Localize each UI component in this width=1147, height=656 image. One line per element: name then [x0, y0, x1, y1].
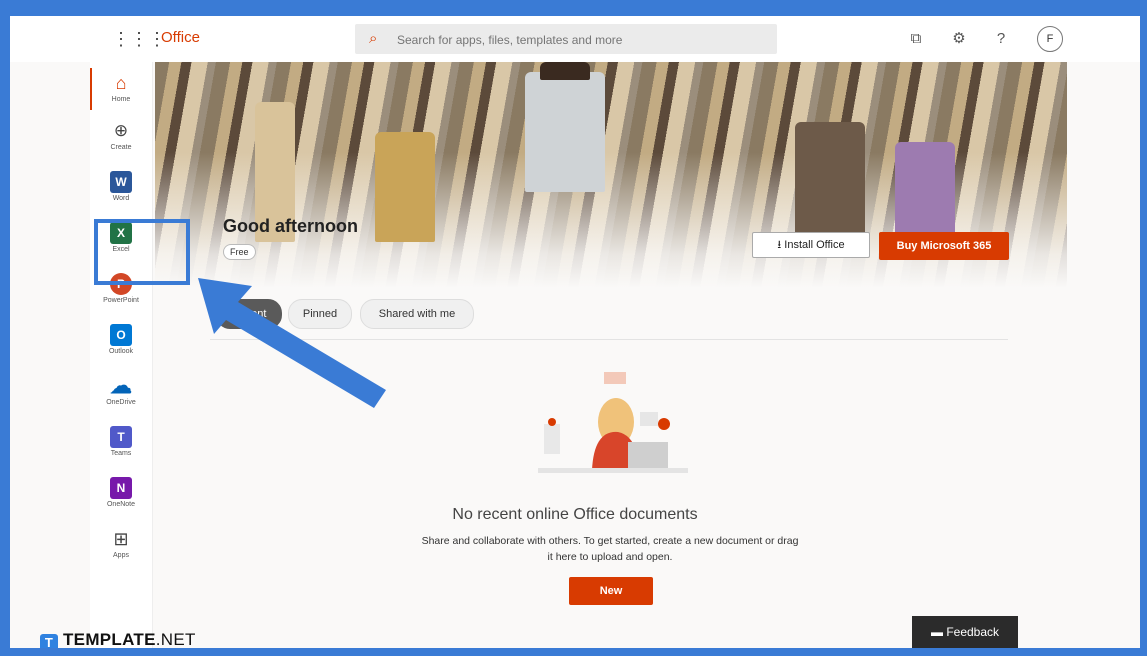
rail-item-create[interactable]: ⊕ Create	[90, 114, 152, 160]
rail-label: Create	[110, 144, 132, 151]
watermark-brand: TEMPLATE	[63, 630, 156, 648]
template-net-watermark: T TEMPLATE.NET	[40, 630, 196, 648]
app-rail: ⌂ Home ⊕ Create W Word X Excel P PowerPo…	[90, 62, 153, 648]
rail-label: PowerPoint	[103, 297, 139, 304]
greeting-heading: Good afternoon	[223, 216, 358, 236]
new-document-button[interactable]: New	[569, 577, 653, 605]
rail-label: Home	[111, 96, 131, 103]
install-office-label: Install Office	[784, 238, 845, 251]
empty-state-description: Share and collaborate with others. To ge…	[421, 535, 799, 563]
feedback-label: Feedback	[946, 625, 1000, 639]
avatar[interactable]: F	[1037, 26, 1063, 52]
app-brand[interactable]: Office	[161, 29, 200, 46]
top-bar: ⋮⋮⋮ Office ⌕ ⧉ ⚙ ? F	[10, 16, 1140, 62]
install-office-button[interactable]: ⭳ Install Office	[752, 232, 870, 258]
waffle-icon[interactable]: ⋮⋮⋮	[112, 28, 166, 50]
rail-item-onedrive[interactable]: ☁ OneDrive	[90, 369, 152, 415]
rail-label: Teams	[110, 450, 132, 457]
brush-ferrule	[525, 72, 605, 192]
home-icon: ⌂	[115, 73, 127, 93]
active-indicator	[90, 68, 92, 110]
rail-item-apps[interactable]: ⊞ Apps	[90, 522, 152, 568]
onenote-icon: N	[110, 477, 132, 499]
apps-icon: ⊞	[113, 529, 129, 549]
buy-microsoft-365-button[interactable]: Buy Microsoft 365	[879, 232, 1009, 260]
search-box[interactable]: ⌕	[355, 24, 777, 54]
outlook-icon: O	[110, 324, 132, 346]
rail-item-word[interactable]: W Word	[90, 165, 152, 211]
word-icon: W	[110, 171, 132, 193]
rail-item-outlook[interactable]: O Outlook	[90, 318, 152, 364]
feedback-button[interactable]: ▬ Feedback	[912, 616, 1018, 648]
rail-label: Outlook	[108, 348, 134, 355]
teams-icon: T	[110, 426, 132, 448]
brush-handle	[540, 62, 590, 80]
brush-bristles	[375, 132, 435, 242]
watermark-suffix: .NET	[155, 630, 196, 648]
template-logo-icon: T	[40, 634, 58, 648]
rail-label: OneDrive	[106, 399, 136, 406]
comment-icon: ▬	[930, 625, 947, 639]
plan-badge: Free	[223, 244, 256, 260]
excel-highlight-box	[94, 219, 190, 285]
empty-state-illustration	[538, 372, 688, 473]
rail-label: Apps	[113, 552, 129, 559]
rail-label: Word	[112, 195, 130, 202]
browser-frame: ⋮⋮⋮ Office ⌕ ⧉ ⚙ ? F ⌂ Home ⊕ Create W W…	[10, 16, 1140, 648]
gear-icon[interactable]: ⚙	[948, 28, 970, 50]
empty-state-title: No recent online Office documents	[452, 506, 698, 523]
help-icon[interactable]: ?	[990, 28, 1012, 50]
rail-item-home[interactable]: ⌂ Home	[90, 66, 152, 112]
brush-bristles	[895, 142, 955, 242]
rail-item-teams[interactable]: T Teams	[90, 420, 152, 466]
plus-circle-icon: ⊕	[113, 121, 129, 140]
search-input[interactable]	[395, 29, 769, 51]
brush-bristles	[795, 122, 865, 242]
search-icon: ⌕	[369, 30, 378, 47]
annotation-arrow-icon	[198, 278, 386, 408]
copilot-icon[interactable]: ⧉	[905, 28, 927, 50]
onedrive-icon: ☁	[110, 373, 132, 398]
